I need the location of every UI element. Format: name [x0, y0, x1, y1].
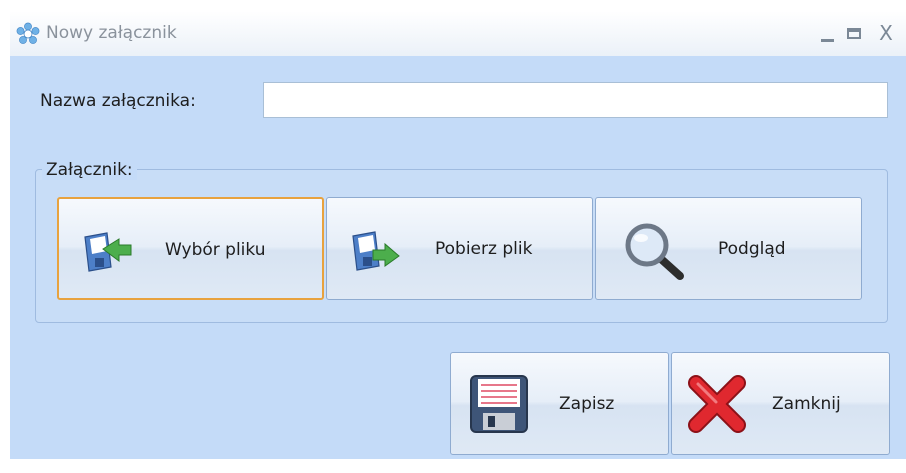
dialog-window: Nowy załącznik X Nazwa załącznika: Załąc…: [10, 11, 906, 459]
attachment-name-label: Nazwa załącznika:: [40, 91, 196, 111]
maximize-button[interactable]: [840, 19, 868, 47]
attachment-group-legend: Załącznik:: [42, 160, 137, 180]
close-label: Zamknij: [772, 394, 841, 414]
download-file-button[interactable]: Pobierz plik: [326, 197, 593, 300]
preview-button[interactable]: Podgląd: [595, 197, 862, 300]
minimize-button[interactable]: [816, 19, 840, 47]
choose-file-button[interactable]: Wybór pliku: [57, 197, 324, 300]
window-title: Nowy załącznik: [46, 23, 177, 43]
close-button[interactable]: Zamknij: [671, 352, 890, 455]
save-label: Zapisz: [559, 394, 615, 414]
floppy-disk-icon: [470, 375, 528, 433]
maximize-icon: [847, 28, 861, 39]
download-file-label: Pobierz plik: [435, 239, 533, 259]
floppy-arrow-out-icon: [352, 231, 400, 271]
magnifier-icon: [625, 223, 684, 280]
minimize-icon: [821, 39, 834, 42]
red-x-icon: [688, 375, 746, 433]
title-bar[interactable]: Nowy załącznik X: [10, 11, 906, 56]
choose-file-label: Wybór pliku: [165, 240, 266, 260]
attachment-name-input[interactable]: [263, 82, 888, 118]
preview-label: Podgląd: [718, 239, 786, 259]
save-button[interactable]: Zapisz: [450, 352, 669, 455]
app-flower-icon: [16, 22, 40, 44]
floppy-arrow-in-icon: [84, 232, 132, 272]
close-window-button[interactable]: X: [872, 19, 900, 47]
